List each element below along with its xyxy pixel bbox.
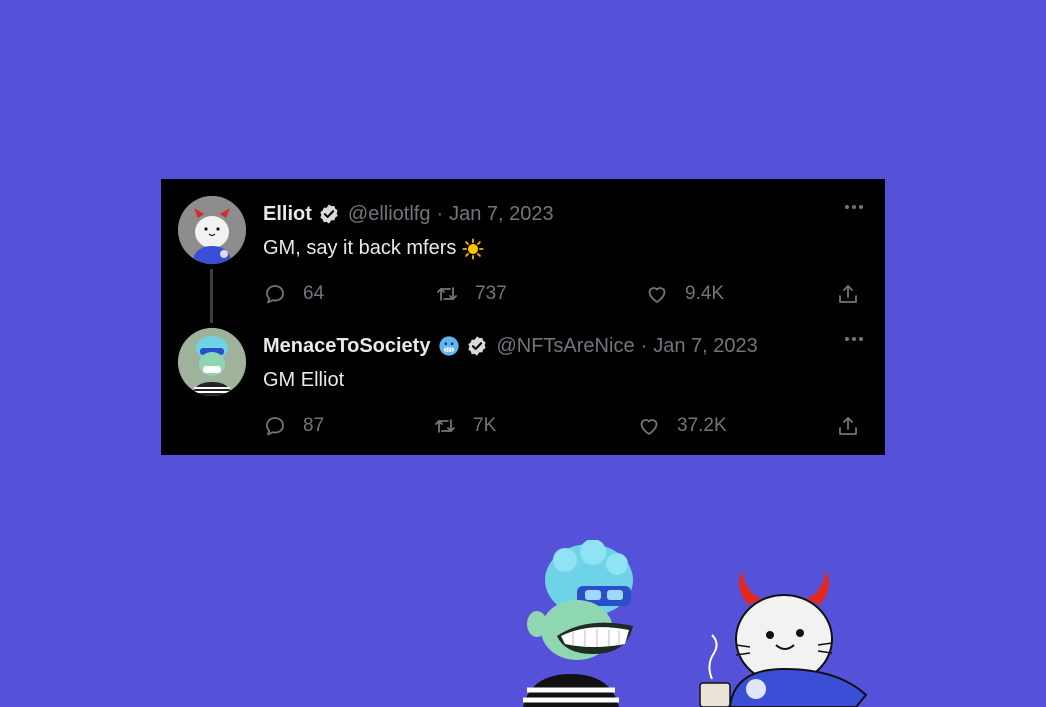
retweet-icon <box>435 419 455 433</box>
ape-illustration <box>523 540 633 707</box>
retweet-count: 7K <box>473 415 497 436</box>
separator-dot: · <box>640 334 648 357</box>
reply-icon <box>266 417 284 436</box>
retweet-action[interactable]: 737 <box>435 279 507 309</box>
tweet-actions: 64 737 9.4K <box>263 279 863 309</box>
like-count: 9.4K <box>685 283 725 304</box>
more-icon[interactable] <box>843 329 865 349</box>
tweet-elliot[interactable]: Elliot @elliotlfg · Jan 7, 2023 GM, say … <box>161 179 885 323</box>
share-icon <box>839 417 857 435</box>
like-icon <box>640 419 658 435</box>
tweet-header: MenaceToSociety @NFTsAreNice · Jan 7, 20… <box>263 333 758 359</box>
user-handle[interactable]: @NFTsAreNice <box>496 335 634 358</box>
reply-action[interactable]: 87 <box>263 411 324 441</box>
tweet-text: GM Elliot <box>263 369 344 392</box>
retweet-count: 737 <box>475 283 507 304</box>
display-name[interactable]: MenaceToSociety <box>263 335 430 358</box>
sun-emoji-icon <box>462 237 484 260</box>
like-count: 37.2K <box>677 415 727 436</box>
tweet-text-content: GM, say it back mfers <box>263 237 457 259</box>
share-button[interactable] <box>833 279 863 309</box>
verified-badge-icon <box>468 336 487 356</box>
reply-icon <box>266 285 284 304</box>
more-icon[interactable] <box>843 197 865 217</box>
separator-dot: · <box>436 202 444 225</box>
avatar-elliot[interactable] <box>178 196 246 264</box>
share-icon <box>839 285 857 303</box>
like-action[interactable]: 37.2K <box>637 411 727 441</box>
reply-count: 64 <box>303 283 325 304</box>
reply-action[interactable]: 64 <box>263 279 324 309</box>
tweet-date[interactable]: Jan 7, 2023 <box>449 203 554 226</box>
tweet-header: Elliot @elliotlfg · Jan 7, 2023 <box>263 201 554 227</box>
avatar-menacetosociety[interactable] <box>178 328 246 396</box>
verified-badge-icon <box>320 204 338 224</box>
like-icon <box>648 287 666 303</box>
retweet-action[interactable]: 7K <box>433 411 496 441</box>
tweet-text-content: GM Elliot <box>263 369 345 391</box>
tweet-date[interactable]: Jan 7, 2023 <box>653 335 758 358</box>
tweet-actions: 87 7K 37.2K <box>263 411 863 441</box>
reply-count: 87 <box>303 415 325 436</box>
tweet-thread-card: Elliot @elliotlfg · Jan 7, 2023 GM, say … <box>161 179 885 455</box>
tweet-text: GM, say it back mfers <box>263 237 484 260</box>
like-action[interactable]: 9.4K <box>645 279 724 309</box>
display-name[interactable]: Elliot <box>263 203 312 226</box>
tweet-menacetosociety[interactable]: MenaceToSociety @NFTsAreNice · Jan 7, 20… <box>161 311 885 443</box>
cold-face-emoji-icon <box>439 336 460 356</box>
user-handle[interactable]: @elliotlfg <box>348 203 431 226</box>
retweet-icon <box>437 287 457 301</box>
cat-illustration <box>699 571 868 707</box>
share-button[interactable] <box>833 411 863 441</box>
